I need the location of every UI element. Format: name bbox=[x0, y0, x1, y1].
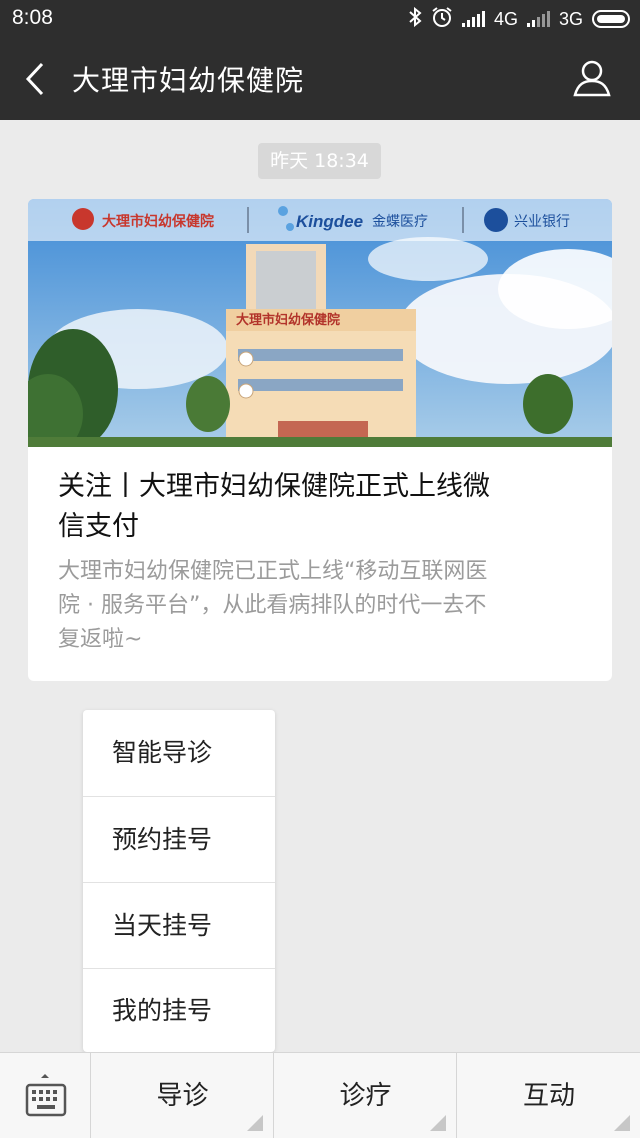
status-icons: 4G 3G bbox=[408, 6, 630, 32]
cover-logo-kingdee: Kingdee bbox=[296, 212, 363, 231]
message-timestamp: 昨天 18:34 bbox=[258, 143, 381, 179]
back-button[interactable] bbox=[20, 60, 56, 98]
menu-tab-label: 诊疗 bbox=[339, 1081, 392, 1111]
guide-submenu: 智能导诊 预约挂号 当天挂号 我的挂号 bbox=[83, 710, 275, 1052]
page-title: 大理市妇幼保健院 bbox=[72, 64, 305, 97]
status-time: 8:08 bbox=[12, 6, 53, 29]
article-summary: 大理市妇幼保健院已正式上线“移动互联网医院 · 服务平台”，从此看病排队的时代一… bbox=[58, 559, 488, 652]
submenu-indicator-icon bbox=[614, 1115, 630, 1131]
network-label-1: 4G bbox=[493, 8, 518, 29]
article-headline: 关注丨大理市妇幼保健院正式上线微信支付 bbox=[58, 471, 490, 542]
submenu-item-same-day-registration[interactable]: 当天挂号 bbox=[83, 882, 275, 968]
menu-tab-label: 互动 bbox=[522, 1081, 575, 1111]
cover-building-sign: 大理市妇幼保健院 bbox=[236, 312, 340, 328]
alarm-icon bbox=[431, 6, 453, 33]
article-cover-image: 大理市妇幼保健院 Kingdee 金蝶医疗 兴业银行 大理市妇幼保健院 bbox=[28, 199, 612, 447]
title-bar: 大理市妇幼保健院 bbox=[0, 38, 640, 120]
article-card[interactable]: 大理市妇幼保健院 Kingdee 金蝶医疗 兴业银行 大理市妇幼保健院 关注丨大… bbox=[28, 199, 612, 681]
battery-icon bbox=[592, 10, 630, 28]
network-label-2: 3G bbox=[558, 8, 583, 29]
menu-tab-label: 导诊 bbox=[156, 1081, 209, 1111]
status-bar: 8:08 4G 3G bbox=[0, 0, 640, 38]
signal-icon bbox=[526, 11, 550, 27]
keyboard-toggle-button[interactable] bbox=[0, 1053, 91, 1138]
submenu-item-appointment[interactable]: 预约挂号 bbox=[83, 796, 275, 882]
signal-icon bbox=[461, 11, 485, 27]
submenu-item-smart-guide[interactable]: 智能导诊 bbox=[83, 710, 275, 796]
keyboard-icon bbox=[25, 1074, 67, 1117]
cover-logo-kingdee-cn: 金蝶医疗 bbox=[372, 214, 428, 230]
bluetooth-icon bbox=[408, 6, 422, 32]
profile-button[interactable] bbox=[572, 58, 612, 98]
menu-tab-interaction[interactable]: 互动 bbox=[458, 1053, 640, 1138]
bottom-menu-bar: 导诊 诊疗 互动 bbox=[0, 1052, 640, 1138]
back-arrow-icon bbox=[25, 62, 44, 96]
submenu-indicator-icon bbox=[430, 1115, 446, 1131]
menu-tab-guide[interactable]: 导诊 bbox=[92, 1053, 274, 1138]
profile-icon bbox=[573, 60, 611, 97]
cover-logo-bank: 兴业银行 bbox=[514, 214, 570, 230]
submenu-item-my-registrations[interactable]: 我的挂号 bbox=[83, 968, 275, 1052]
menu-tab-treatment[interactable]: 诊疗 bbox=[275, 1053, 457, 1138]
submenu-indicator-icon bbox=[247, 1115, 263, 1131]
cover-logo-hospital: 大理市妇幼保健院 bbox=[102, 213, 214, 230]
